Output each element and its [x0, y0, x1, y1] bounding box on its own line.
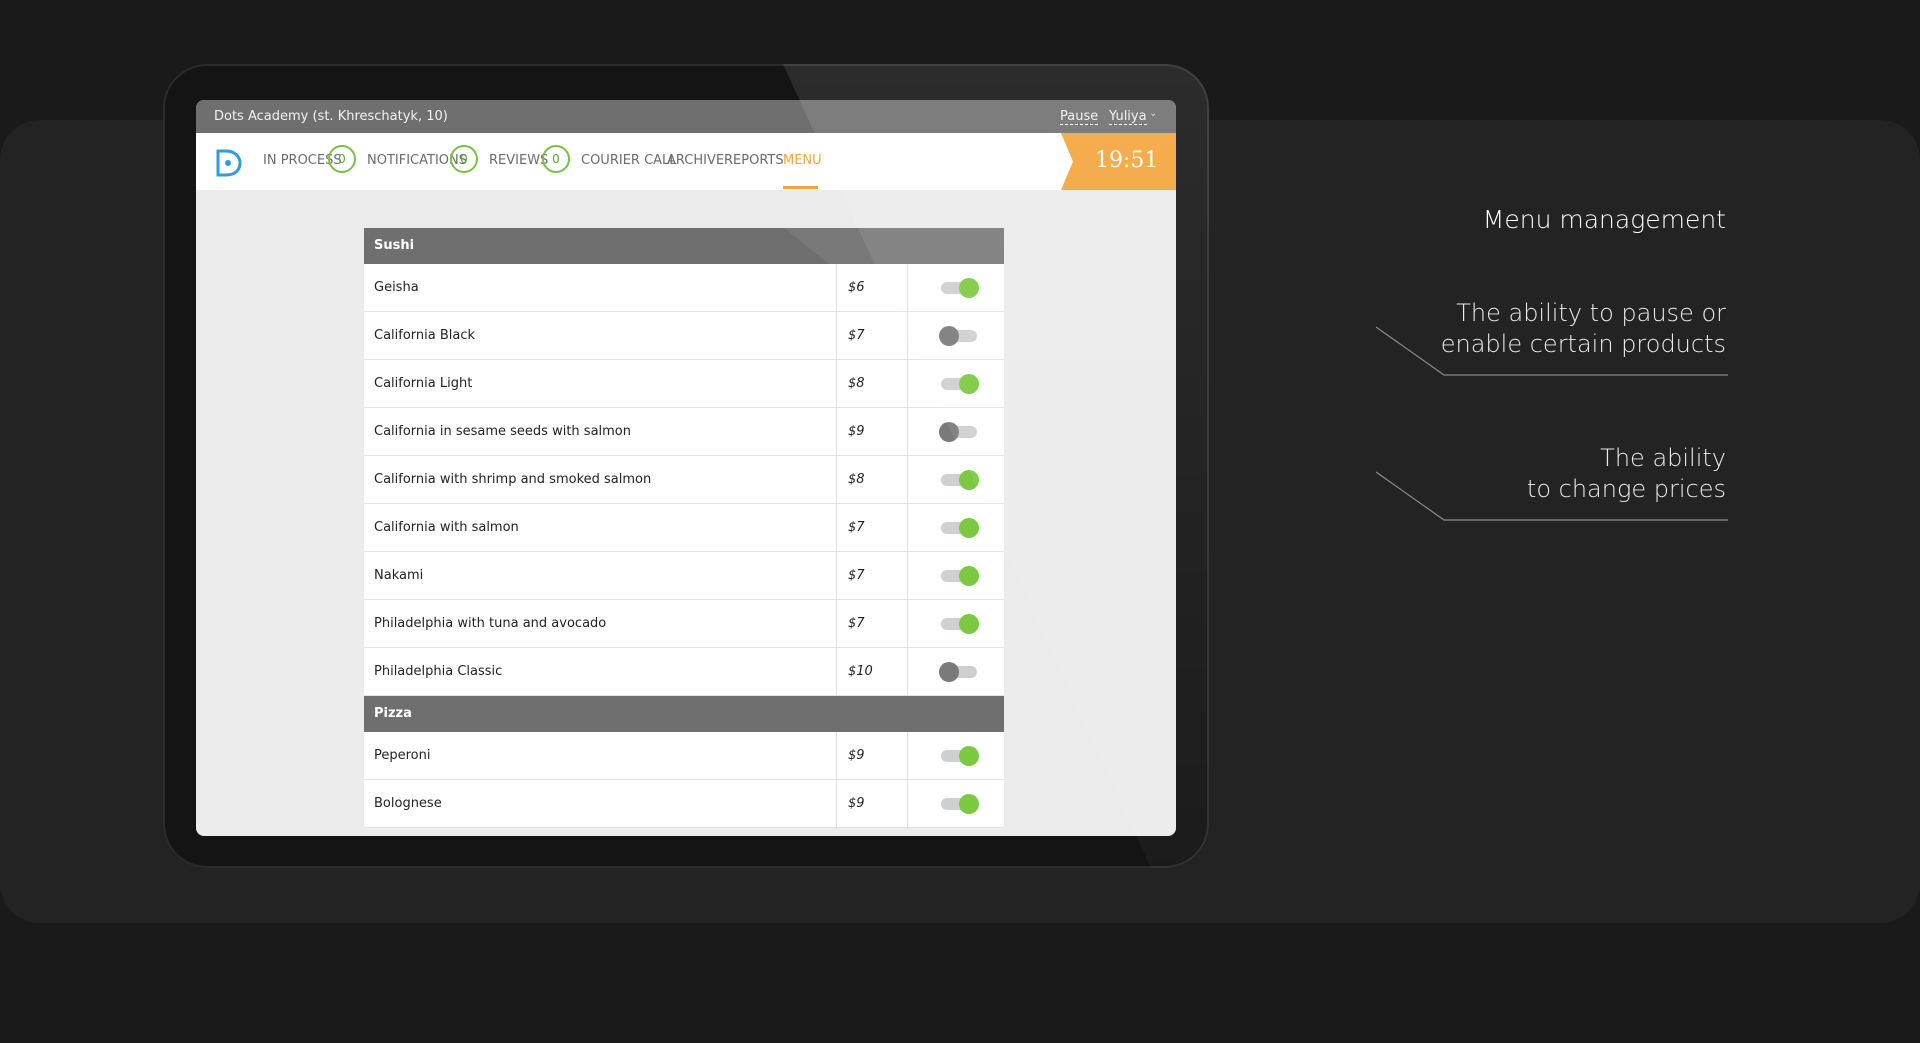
- menu-item-price[interactable]: $9: [848, 424, 865, 439]
- availability-toggle[interactable]: [939, 518, 979, 538]
- menu-item-row: Nakami $7: [364, 552, 1004, 600]
- menu-item-price[interactable]: $10: [848, 664, 873, 679]
- active-tab-indicator: [783, 186, 818, 189]
- toggle-knob: [959, 518, 979, 538]
- top-bar: Dots Academy (st. Khreschatyk, 10) Pause…: [196, 100, 1176, 133]
- category-name: Sushi: [374, 238, 415, 253]
- menu-item-price[interactable]: $8: [848, 472, 865, 487]
- menu-item-row: California with salmon $7: [364, 504, 1004, 552]
- toggle-knob: [939, 422, 959, 442]
- price-cell[interactable]: $7: [836, 552, 908, 599]
- price-cell[interactable]: $9: [836, 732, 908, 779]
- menu-item-price[interactable]: $9: [848, 748, 865, 763]
- toggle-knob: [939, 326, 959, 346]
- tablet-frame: Dots Academy (st. Khreschatyk, 10) Pause…: [163, 64, 1209, 868]
- menu-item-name: California Light: [374, 376, 473, 391]
- toggle-knob: [959, 278, 979, 298]
- menu-item-row: Peperoni $9: [364, 732, 1004, 780]
- toggle-knob: [959, 566, 979, 586]
- tab-reviews[interactable]: REVIEWS: [489, 153, 548, 168]
- availability-toggle[interactable]: [939, 326, 979, 346]
- toggle-knob: [959, 794, 979, 814]
- callout-line: [1376, 326, 1728, 376]
- price-cell[interactable]: $8: [836, 360, 908, 407]
- pause-link[interactable]: Pause: [1060, 109, 1099, 125]
- tab-archive[interactable]: ARCHIVE: [667, 153, 724, 168]
- toggle-knob: [959, 470, 979, 490]
- clock-time: 19:51: [1095, 148, 1159, 173]
- toggle-knob: [959, 374, 979, 394]
- availability-toggle[interactable]: [939, 566, 979, 586]
- category-name: Pizza: [374, 706, 412, 721]
- price-cell[interactable]: $9: [836, 780, 908, 827]
- price-cell[interactable]: $10: [836, 648, 908, 695]
- menu-item-name: Geisha: [374, 280, 419, 295]
- section-title: Menu management: [1482, 205, 1726, 234]
- menu-item-row: Geisha $6: [364, 264, 1004, 312]
- toggle-knob: [959, 614, 979, 634]
- menu-item-row: Philadelphia Classic $10: [364, 648, 1004, 696]
- notifications-count-badge: 0: [450, 145, 478, 173]
- menu-item-name: Nakami: [374, 568, 424, 583]
- tab-reports[interactable]: REPORTS: [724, 153, 784, 168]
- menu-item-price[interactable]: $7: [848, 328, 865, 343]
- menu-item-price[interactable]: $7: [848, 616, 865, 631]
- menu-item-name: California with shrimp and smoked salmon: [374, 472, 652, 487]
- price-cell[interactable]: $7: [836, 600, 908, 647]
- menu-table: Sushi Geisha $6 California Black $7 Californi…: [364, 228, 1004, 828]
- header-sheen: [784, 228, 1004, 264]
- price-cell[interactable]: $7: [836, 504, 908, 551]
- menu-item-name: California Black: [374, 328, 476, 343]
- availability-toggle[interactable]: [939, 374, 979, 394]
- tab-menu[interactable]: MENU: [783, 153, 822, 168]
- menu-item-row: Bolognese $9: [364, 780, 1004, 828]
- menu-item-name: Bolognese: [374, 796, 442, 811]
- app-screen: Dots Academy (st. Khreschatyk, 10) Pause…: [196, 100, 1176, 836]
- category-header: Sushi: [364, 228, 1004, 264]
- availability-toggle[interactable]: [939, 662, 979, 682]
- clock-badge: 19:51: [1061, 133, 1176, 190]
- menu-item-row: Philadelphia with tuna and avocado $7: [364, 600, 1004, 648]
- menu-item-row: California with shrimp and smoked salmon…: [364, 456, 1004, 504]
- menu-item-row: California in sesame seeds with salmon $9: [364, 408, 1004, 456]
- logo-icon: [216, 149, 242, 177]
- user-menu[interactable]: Yuliya: [1109, 109, 1147, 125]
- availability-toggle[interactable]: [939, 746, 979, 766]
- price-cell[interactable]: $7: [836, 312, 908, 359]
- tab-courier-call[interactable]: COURIER CALL: [581, 153, 677, 168]
- menu-item-name: California in sesame seeds with salmon: [374, 424, 631, 439]
- availability-toggle[interactable]: [939, 278, 979, 298]
- availability-toggle[interactable]: [939, 794, 979, 814]
- category-header: Pizza: [364, 696, 1004, 732]
- menu-item-name: California with salmon: [374, 520, 519, 535]
- menu-item-name: Philadelphia Classic: [374, 664, 503, 679]
- toggle-knob: [939, 662, 959, 682]
- menu-item-price[interactable]: $6: [848, 280, 865, 295]
- menu-item-price[interactable]: $7: [848, 520, 865, 535]
- price-cell[interactable]: $6: [836, 264, 908, 311]
- toggle-knob: [959, 746, 979, 766]
- callout-line: [1376, 471, 1728, 521]
- availability-toggle[interactable]: [939, 614, 979, 634]
- menu-item-price[interactable]: $8: [848, 376, 865, 391]
- menu-item-name: Philadelphia with tuna and avocado: [374, 616, 607, 631]
- main-nav: IN PROCESS 0 NOTIFICATIONS 0 REVIEWS 0 C…: [196, 133, 1176, 190]
- price-cell[interactable]: $8: [836, 456, 908, 503]
- menu-item-price[interactable]: $7: [848, 568, 865, 583]
- in-process-count-badge: 0: [328, 145, 356, 173]
- menu-item-row: California Light $8: [364, 360, 1004, 408]
- reviews-count-badge: 0: [542, 145, 570, 173]
- menu-item-price[interactable]: $9: [848, 796, 865, 811]
- price-cell[interactable]: $9: [836, 408, 908, 455]
- chevron-down-icon[interactable]: ⌄: [1149, 108, 1157, 119]
- availability-toggle[interactable]: [939, 422, 979, 442]
- store-name: Dots Academy (st. Khreschatyk, 10): [214, 109, 448, 124]
- menu-item-name: Peperoni: [374, 748, 431, 763]
- menu-item-row: California Black $7: [364, 312, 1004, 360]
- availability-toggle[interactable]: [939, 470, 979, 490]
